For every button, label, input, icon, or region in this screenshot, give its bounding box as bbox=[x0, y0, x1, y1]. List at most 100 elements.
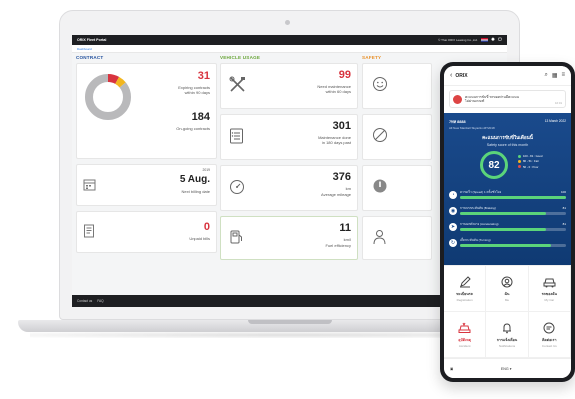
grid-icon[interactable]: ▦ bbox=[552, 72, 558, 79]
braking-icon: ◉ bbox=[449, 207, 457, 215]
search-icon[interactable]: ⌕ bbox=[544, 72, 547, 79]
braking-value: 81 bbox=[562, 206, 566, 210]
tile-notifications-label: การแจ้งเตือน bbox=[496, 338, 518, 342]
accident-icon bbox=[458, 321, 471, 334]
bill-icon bbox=[83, 224, 95, 243]
speed-value: 100 bbox=[560, 190, 566, 194]
license-plate: 7ทห 8888 bbox=[449, 120, 466, 124]
next-billing-card[interactable]: 2019 5 Aug. Next billing date bbox=[76, 164, 217, 206]
safety-score-card[interactable] bbox=[362, 63, 432, 109]
unpaid-bills-card[interactable]: 0 Unpaid bills bbox=[76, 211, 217, 253]
phone-header: ‹ ORIX ⌕ ▦ ≡ bbox=[444, 66, 571, 86]
speed-fill bbox=[460, 196, 566, 199]
breadcrumb[interactable]: Dashboard bbox=[72, 45, 507, 53]
tile-contact-us-sublabel: Contact Us bbox=[541, 344, 557, 348]
pen-icon bbox=[458, 275, 471, 288]
vehicle-model: All New Mazda3 Skyactiv-MT2018 bbox=[449, 126, 495, 130]
turning-fill bbox=[460, 244, 552, 247]
braking-bar[interactable]: ◉ การเบรกกะทันหัน (Braking) 81 bbox=[449, 205, 566, 221]
fuel-efficiency-card[interactable]: 11 km/l Fuel efficiency bbox=[220, 216, 358, 260]
tile-my-car-sublabel: My Car bbox=[544, 298, 555, 302]
expiring-contracts-value: 31 bbox=[197, 70, 210, 82]
accelerating-bar[interactable]: ➤ การออกตัวแรง (Accelerating) 81 bbox=[449, 221, 566, 237]
tile-accident-sublabel: Accident bbox=[458, 344, 471, 348]
back-icon[interactable]: ‹ bbox=[450, 72, 452, 79]
turning-icon: ↻ bbox=[449, 239, 457, 247]
accelerating-value: 81 bbox=[562, 222, 566, 226]
safety-alert-card[interactable] bbox=[362, 165, 432, 211]
settings-icon[interactable]: ✹ bbox=[491, 37, 495, 43]
smile-icon bbox=[372, 76, 388, 97]
topbar: ORIX Fleet Portal © Thai ORIX Leasing Co… bbox=[72, 35, 507, 45]
tile-accident[interactable]: อุบัติเหตุ Accident bbox=[444, 312, 487, 358]
message-time: 16:01 bbox=[555, 101, 562, 105]
speed-bar[interactable]: ◔ ความเร็ว (Speed) 1 ครั้ง/ชั่วโมง 100 bbox=[449, 189, 566, 205]
language-selector[interactable]: ENG ▾ bbox=[501, 367, 512, 371]
speed-label: ความเร็ว (Speed) 1 ครั้ง/ชั่วโมง bbox=[460, 190, 502, 194]
safety-driver-card[interactable] bbox=[362, 216, 432, 260]
user-icon bbox=[500, 275, 513, 288]
speed-icon: ◔ bbox=[449, 191, 457, 199]
expiring-contracts-label: Expiring contracts within 90 days bbox=[178, 85, 210, 96]
average-mileage-value: 376 bbox=[332, 171, 351, 183]
tile-contact-us[interactable]: ติดต่อเรา Contact Us bbox=[528, 312, 571, 358]
next-billing-value: 5 Aug. bbox=[179, 174, 210, 185]
safety-violation-card[interactable] bbox=[362, 114, 432, 160]
notification-message[interactable]: คะแนนการขับขี่ รถของท่านมีคะแนน ไม่ผ่านเก… bbox=[449, 90, 566, 108]
average-mileage-card[interactable]: 376 km Average mileage bbox=[220, 165, 358, 211]
ongoing-contracts-label: On-going contracts bbox=[176, 126, 210, 131]
menu-icon[interactable]: ≡ bbox=[561, 72, 565, 79]
tile-registration[interactable]: ทะเบียนรถ Registration bbox=[444, 266, 487, 312]
tile-my-car[interactable]: รถของฉัน My Car bbox=[528, 266, 571, 312]
contact-us-link[interactable]: Contact us bbox=[77, 299, 92, 303]
power-icon[interactable]: ⏻ bbox=[498, 37, 502, 43]
tile-registration-sublabel: Registration bbox=[456, 298, 473, 302]
contract-summary-card[interactable]: 31 Expiring contracts within 90 days 184 … bbox=[76, 63, 217, 159]
tile-notifications[interactable]: การแจ้งเตือน Notifications bbox=[486, 312, 529, 358]
maintenance-done-card[interactable]: 301 Maintenance done in 180 days past bbox=[220, 114, 358, 160]
maintenance-done-label: Maintenance done in 180 days past bbox=[318, 135, 351, 146]
braking-track bbox=[460, 212, 566, 215]
language-flag-icon[interactable] bbox=[480, 38, 488, 42]
vehicle-usage-column: VEHICLE USAGE 99 Need maintenance within … bbox=[220, 55, 358, 265]
tools-icon bbox=[229, 76, 246, 98]
dashboard-sections: CONTRACT 31 Expiring contracts within 90 … bbox=[76, 55, 503, 293]
maintenance-needed-value: 99 bbox=[338, 69, 351, 81]
speed-track bbox=[460, 196, 566, 199]
vehicle-usage-heading: VEHICLE USAGE bbox=[220, 55, 261, 60]
message-avatar bbox=[453, 94, 462, 104]
contract-donut-chart bbox=[85, 74, 131, 120]
bell-icon bbox=[500, 321, 513, 334]
calendar-icon bbox=[83, 178, 96, 196]
safety-column: SAFETY bbox=[362, 55, 432, 265]
safety-score-gauge: 82 bbox=[480, 151, 508, 179]
ongoing-contracts-value: 184 bbox=[191, 111, 210, 123]
tile-me[interactable]: ฉัน Me bbox=[486, 266, 529, 312]
laptop-camera bbox=[285, 20, 290, 25]
fuel-pump-icon bbox=[229, 229, 244, 250]
portal-brand[interactable]: ORIX Fleet Portal bbox=[77, 38, 106, 42]
tile-my-car-label: รถของฉัน bbox=[541, 292, 558, 296]
faq-link[interactable]: FAQ bbox=[97, 299, 103, 303]
contract-column: CONTRACT 31 Expiring contracts within 90 … bbox=[76, 55, 217, 258]
behavior-bars: ◔ ความเร็ว (Speed) 1 ครั้ง/ชั่วโมง 100 ◉… bbox=[449, 189, 566, 253]
company-name: © Thai ORIX Leasing Co.,Ltd. bbox=[438, 38, 478, 42]
unpaid-bills-label: Unpaid bills bbox=[189, 236, 210, 241]
phone-frame: ‹ ORIX ⌕ ▦ ≡ คะแนนการขับขี่ รถของท่านมีค… bbox=[440, 62, 575, 382]
next-billing-label: Next billing date bbox=[181, 189, 210, 194]
maintenance-needed-label: Need maintenance within 60 days bbox=[317, 84, 351, 95]
phone-bottom-bar: ▣ ENG ▾ bbox=[444, 358, 571, 378]
tile-registration-label: ทะเบียนรถ bbox=[456, 292, 473, 296]
tile-accident-label: อุบัติเหตุ bbox=[458, 338, 472, 342]
stage: ORIX Fleet Portal © Thai ORIX Leasing Co… bbox=[0, 0, 575, 399]
accelerating-label: การออกตัวแรง (Accelerating) bbox=[460, 222, 499, 226]
maintenance-done-value: 301 bbox=[332, 120, 351, 132]
maintenance-needed-card[interactable]: 99 Need maintenance within 60 days bbox=[220, 63, 358, 109]
checklist-icon bbox=[229, 127, 244, 149]
alert-icon bbox=[372, 178, 388, 199]
orix-logo: ORIX bbox=[455, 72, 468, 79]
turning-bar[interactable]: ↻ เลี้ยวกะทันหัน (Turning) bbox=[449, 237, 566, 253]
bottom-menu-icon[interactable]: ▣ bbox=[450, 367, 453, 371]
fuel-efficiency-value: 11 bbox=[339, 222, 351, 234]
accelerating-track bbox=[460, 228, 566, 231]
